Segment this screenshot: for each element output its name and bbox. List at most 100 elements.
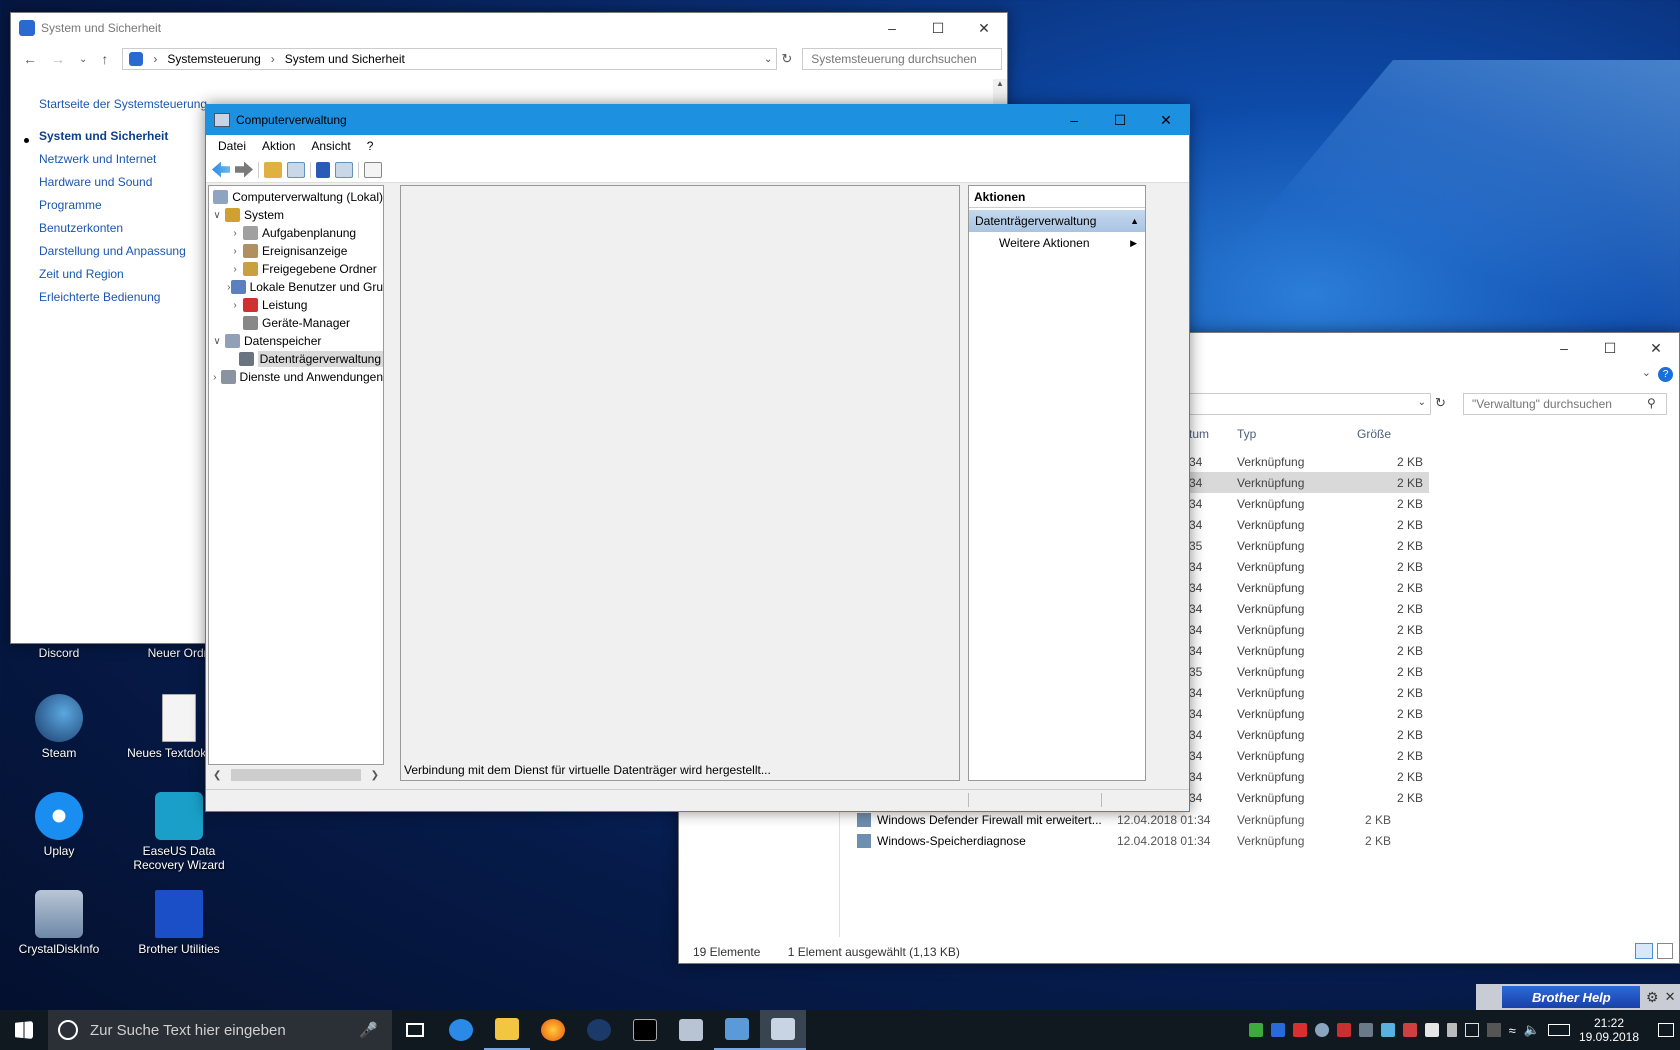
firefox-button[interactable]: [530, 1010, 576, 1050]
column-header-type[interactable]: Typ: [1237, 427, 1256, 441]
menu-item-view[interactable]: Ansicht: [303, 139, 358, 153]
chevron-right-icon[interactable]: ›: [227, 228, 243, 239]
edge-button[interactable]: [438, 1010, 484, 1050]
up-arrow-icon[interactable]: ↑: [101, 51, 108, 67]
tray-app-icon[interactable]: [1358, 1023, 1373, 1037]
chevron-down-icon[interactable]: ∨: [209, 210, 225, 221]
keyboard-icon[interactable]: [1548, 1024, 1570, 1036]
chevron-down-icon[interactable]: ⌄: [1642, 366, 1651, 379]
steam-taskbar-button[interactable]: [576, 1010, 622, 1050]
tray-app-icon[interactable]: [1336, 1023, 1351, 1037]
explorer-row[interactable]: 34 Verknüpfung 2 KB: [1189, 682, 1429, 703]
up-folder-icon[interactable]: [264, 161, 282, 178]
tray-app-icon[interactable]: [1380, 1023, 1395, 1037]
tree-node[interactable]: › Aufgabenplanung: [209, 224, 383, 242]
close-button[interactable]: ✕: [961, 13, 1007, 43]
explorer-search-input[interactable]: [1463, 393, 1667, 415]
desktop-icon-uplay[interactable]: Uplay: [4, 792, 114, 858]
close-button[interactable]: ✕: [1633, 333, 1679, 363]
explorer-row[interactable]: 34 Verknüpfung 2 KB: [1189, 703, 1429, 724]
maximize-button[interactable]: ☐: [1587, 333, 1633, 363]
explorer-row[interactable]: 34 Verknüpfung 2 KB: [1189, 514, 1429, 535]
help-icon[interactable]: ?: [1658, 367, 1673, 382]
desktop-icon-brother-utilities[interactable]: Brother Utilities: [124, 890, 234, 956]
tree-node[interactable]: › Ereignisanzeige: [209, 242, 383, 260]
scroll-thumb[interactable]: [231, 769, 361, 781]
console-tree[interactable]: Computerverwaltung (Lokal) ∨ System › Aufgab…: [208, 185, 384, 765]
tree-node[interactable]: ∨ System: [209, 206, 383, 224]
chevron-right-icon[interactable]: ›: [227, 300, 243, 311]
cmd-button[interactable]: [622, 1010, 668, 1050]
control-panel-titlebar[interactable]: System und Sicherheit – ☐ ✕: [11, 13, 1007, 43]
explorer-row[interactable]: 34 Verknüpfung 2 KB: [1189, 724, 1429, 745]
control-panel-taskbar-button[interactable]: [714, 1010, 760, 1050]
details-view-icon[interactable]: [1635, 943, 1653, 959]
tree-node[interactable]: Geräte-Manager: [209, 314, 383, 332]
chevron-right-icon[interactable]: ›: [227, 264, 243, 275]
tree-node[interactable]: › Freigegebene Ordner: [209, 260, 383, 278]
usb-icon[interactable]: [1446, 1023, 1457, 1037]
actions-item-more[interactable]: Weitere Aktionen ▶: [969, 232, 1145, 254]
forward-arrow-icon[interactable]: [235, 161, 253, 178]
explorer-row[interactable]: 34 Verknüpfung 2 KB: [1189, 619, 1429, 640]
tree-node[interactable]: › Lokale Benutzer und Gru: [209, 278, 383, 296]
column-header-date[interactable]: tum: [1189, 427, 1209, 441]
desktop-icon-discord[interactable]: Discord: [4, 646, 114, 660]
address-bar[interactable]: › Systemsteuerung › System und Sicherhei…: [122, 48, 778, 70]
desktop-icon-crystaldiskinfo[interactable]: CrystalDiskInfo: [4, 890, 114, 956]
explorer-button[interactable]: [484, 1010, 530, 1050]
start-button[interactable]: [0, 1010, 48, 1050]
explorer-row[interactable]: 34 Verknüpfung 2 KB: [1189, 640, 1429, 661]
scroll-left-icon[interactable]: ❮: [213, 770, 221, 781]
refresh-icon[interactable]: ↻: [781, 51, 792, 67]
tray-app-icon[interactable]: [1402, 1023, 1417, 1037]
search-input[interactable]: [802, 48, 1003, 70]
show-hide-tree-icon[interactable]: [287, 161, 305, 178]
clock[interactable]: 21:22 19.09.2018: [1578, 1016, 1640, 1044]
properties-icon[interactable]: [364, 161, 382, 178]
brother-help-widget[interactable]: Brother Help ⚙ ✕: [1476, 984, 1680, 1010]
explorer-row[interactable]: 34 Verknüpfung 2 KB: [1189, 472, 1429, 493]
chevron-down-icon[interactable]: ∨: [209, 336, 225, 347]
tray-app-icon[interactable]: [1486, 1023, 1501, 1037]
taskbar-search[interactable]: Zur Suche Text hier eingeben 🎤: [48, 1010, 392, 1050]
collapse-up-icon[interactable]: ▲: [1130, 216, 1139, 226]
chevron-down-icon[interactable]: ⌄: [764, 54, 772, 65]
explorer-row[interactable]: 35 Verknüpfung 2 KB: [1189, 535, 1429, 556]
tiles-view-icon[interactable]: [1657, 943, 1673, 959]
menu-item-file[interactable]: Datei: [210, 139, 254, 153]
back-arrow-icon[interactable]: [212, 161, 230, 178]
refresh-icon[interactable]: ↻: [1435, 395, 1446, 411]
explorer-row[interactable]: 34 Verknüpfung 2 KB: [1189, 556, 1429, 577]
back-arrow-icon[interactable]: ←: [23, 51, 37, 67]
explorer-row[interactable]: 35 Verknüpfung 2 KB: [1189, 661, 1429, 682]
computer-management-window[interactable]: Computerverwaltung – ☐ ✕ Datei Aktion An…: [205, 104, 1190, 812]
minimize-button[interactable]: –: [1541, 333, 1587, 363]
explorer-row[interactable]: 34 Verknüpfung 2 KB: [1189, 598, 1429, 619]
minimize-button[interactable]: –: [1051, 105, 1097, 135]
breadcrumb-item[interactable]: Systemsteuerung: [167, 52, 260, 66]
explorer-row[interactable]: 34 Verknüpfung 2 KB: [1189, 493, 1429, 514]
recent-locations-icon[interactable]: ⌄: [79, 54, 87, 65]
scroll-right-icon[interactable]: ❯: [371, 770, 379, 781]
tree-node[interactable]: ∨ Datenspeicher: [209, 332, 383, 350]
defender-icon[interactable]: [1424, 1023, 1439, 1037]
tree-node[interactable]: › Leistung: [209, 296, 383, 314]
forward-arrow-icon[interactable]: →: [51, 51, 65, 67]
tray-app-icon[interactable]: [1248, 1023, 1263, 1037]
minimize-button[interactable]: –: [869, 13, 915, 43]
tray-steam-icon[interactable]: [1314, 1023, 1329, 1037]
result-pane[interactable]: Verbindung mit dem Dienst für virtuelle …: [400, 185, 960, 781]
close-button[interactable]: ✕: [1143, 105, 1189, 135]
explorer-row[interactable]: 34 Verknüpfung 2 KB: [1189, 766, 1429, 787]
chevron-right-icon[interactable]: ›: [227, 246, 243, 257]
maximize-button[interactable]: ☐: [915, 13, 961, 43]
tree-hscrollbar[interactable]: ❮ ❯: [209, 767, 383, 783]
scroll-up-icon[interactable]: ▲: [993, 79, 1007, 88]
notification-icon[interactable]: [1658, 1023, 1674, 1037]
computer-management-titlebar[interactable]: Computerverwaltung – ☐ ✕: [206, 105, 1189, 135]
explorer-row[interactable]: Windows-Speicherdiagnose 12.04.2018 01:3…: [857, 830, 1397, 851]
menu-item-action[interactable]: Aktion: [254, 139, 303, 153]
explorer-row[interactable]: Windows Defender Firewall mit erweitert.…: [857, 809, 1397, 830]
mmc-button[interactable]: [668, 1010, 714, 1050]
